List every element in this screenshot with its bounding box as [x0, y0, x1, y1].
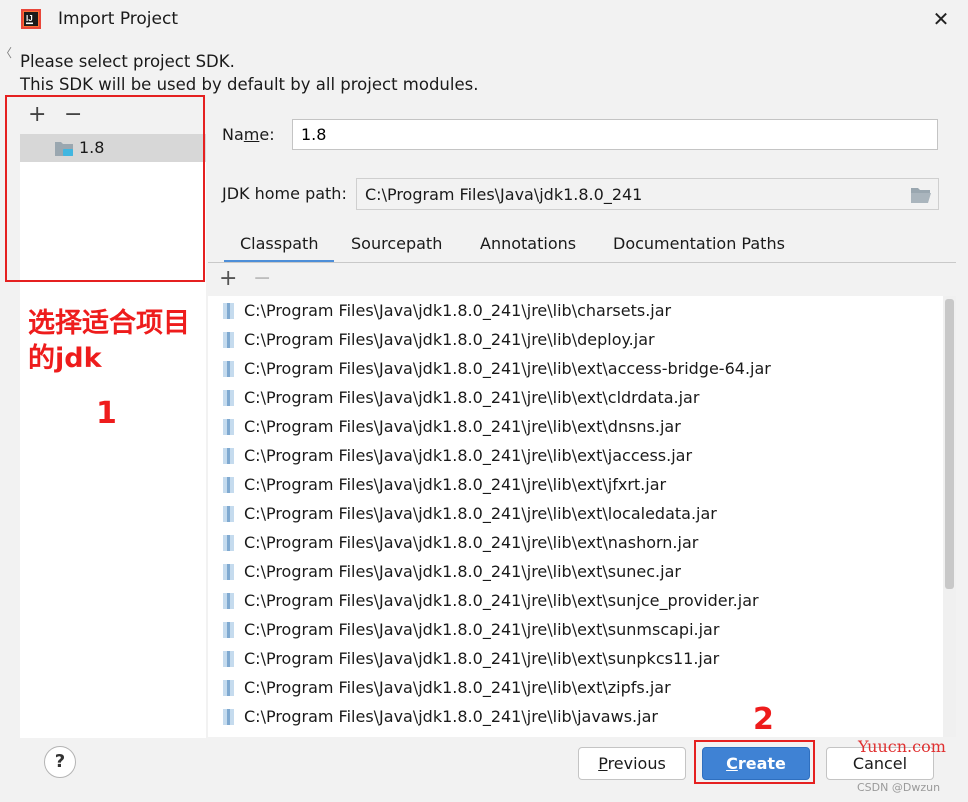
list-item[interactable]: C:\Program Files\Java\jdk1.8.0_241\jre\l…	[208, 442, 944, 471]
scrollbar-thumb[interactable]	[945, 299, 954, 589]
annotation-step1-number: 1	[96, 396, 117, 431]
classpath-entry: C:\Program Files\Java\jdk1.8.0_241\jre\l…	[244, 446, 693, 465]
classpath-entry: C:\Program Files\Java\jdk1.8.0_241\jre\l…	[244, 417, 681, 436]
jdk-home-field: C:\Program Files\Java\jdk1.8.0_241	[356, 178, 939, 210]
list-item[interactable]: C:\Program Files\Java\jdk1.8.0_241\jre\l…	[208, 471, 944, 500]
classpath-entry: C:\Program Files\Java\jdk1.8.0_241\jre\l…	[244, 533, 699, 552]
jar-file-icon	[223, 361, 234, 377]
vertical-scrollbar[interactable]	[943, 296, 956, 737]
classpath-list[interactable]: C:\Program Files\Java\jdk1.8.0_241\jre\l…	[208, 296, 956, 737]
list-item[interactable]: C:\Program Files\Java\jdk1.8.0_241\jre\l…	[208, 558, 944, 587]
list-item[interactable]: C:\Program Files\Java\jdk1.8.0_241\jre\l…	[208, 587, 944, 616]
title-bar: IJ Import Project ✕	[0, 0, 968, 40]
jdk-home-value: C:\Program Files\Java\jdk1.8.0_241	[365, 185, 643, 204]
classpath-entry: C:\Program Files\Java\jdk1.8.0_241\jre\l…	[244, 649, 720, 668]
name-label: Name:	[222, 125, 275, 144]
jar-file-icon	[223, 709, 234, 725]
classpath-entry: C:\Program Files\Java\jdk1.8.0_241\jre\l…	[244, 707, 658, 726]
classpath-entry: C:\Program Files\Java\jdk1.8.0_241\jre\l…	[244, 591, 759, 610]
jdk-home-label: JDK home path:	[222, 184, 347, 203]
list-item[interactable]: C:\Program Files\Java\jdk1.8.0_241\jre\l…	[208, 326, 944, 355]
jar-file-icon	[223, 535, 234, 551]
jar-file-icon	[223, 564, 234, 580]
list-item[interactable]: C:\Program Files\Java\jdk1.8.0_241\jre\l…	[208, 645, 944, 674]
list-item[interactable]: C:\Program Files\Java\jdk1.8.0_241\jre\l…	[208, 384, 944, 413]
tab-classpath[interactable]: Classpath	[240, 234, 318, 253]
classpath-entry: C:\Program Files\Java\jdk1.8.0_241\jre\l…	[244, 620, 720, 639]
folder-open-icon[interactable]	[910, 186, 932, 204]
description-line-2: This SDK will be used by default by all …	[20, 75, 479, 94]
help-button[interactable]: ?	[44, 746, 76, 778]
jar-file-icon	[223, 651, 234, 667]
classpath-entry: C:\Program Files\Java\jdk1.8.0_241\jre\l…	[244, 562, 681, 581]
annotation-highlight-box-1	[5, 95, 205, 282]
remove-classpath-button: −	[253, 266, 272, 291]
annotation-step1-text: 选择适合项目的jdk	[28, 308, 190, 374]
description-line-1: Please select project SDK.	[20, 52, 235, 71]
jar-file-icon	[223, 622, 234, 638]
list-item[interactable]: C:\Program Files\Java\jdk1.8.0_241\jre\l…	[208, 616, 944, 645]
list-item[interactable]: C:\Program Files\Java\jdk1.8.0_241\jre\l…	[208, 529, 944, 558]
jar-file-icon	[223, 593, 234, 609]
annotation-highlight-box-2	[694, 740, 815, 784]
svg-text:IJ: IJ	[26, 14, 33, 23]
watermark-credit: CSDN @Dwzun	[857, 781, 941, 794]
watermark-site: Yuucn.com	[858, 737, 946, 756]
jar-file-icon	[223, 390, 234, 406]
classpath-entry: C:\Program Files\Java\jdk1.8.0_241\jre\l…	[244, 330, 655, 349]
classpath-entry: C:\Program Files\Java\jdk1.8.0_241\jre\l…	[244, 388, 700, 407]
list-item[interactable]: C:\Program Files\Java\jdk1.8.0_241\jre\l…	[208, 674, 944, 703]
classpath-entry: C:\Program Files\Java\jdk1.8.0_241\jre\l…	[244, 301, 672, 320]
tab-documentation-paths[interactable]: Documentation Paths	[613, 234, 785, 253]
jar-file-icon	[223, 448, 234, 464]
tab-annotations[interactable]: Annotations	[480, 234, 576, 253]
window-edge-mark: 〈	[0, 46, 13, 60]
jar-file-icon	[223, 477, 234, 493]
classpath-entry: C:\Program Files\Java\jdk1.8.0_241\jre\l…	[244, 678, 671, 697]
close-icon[interactable]: ✕	[928, 6, 954, 32]
add-classpath-button[interactable]: +	[219, 266, 237, 291]
jar-file-icon	[223, 303, 234, 319]
tab-divider	[208, 262, 956, 263]
jar-file-icon	[223, 506, 234, 522]
jar-file-icon	[223, 419, 234, 435]
window-title: Import Project	[58, 9, 178, 29]
list-item[interactable]: C:\Program Files\Java\jdk1.8.0_241\jre\l…	[208, 703, 944, 732]
previous-button[interactable]: Previous	[578, 747, 686, 780]
classpath-entry: C:\Program Files\Java\jdk1.8.0_241\jre\l…	[244, 504, 717, 523]
classpath-entry: C:\Program Files\Java\jdk1.8.0_241\jre\l…	[244, 475, 667, 494]
list-item[interactable]: C:\Program Files\Java\jdk1.8.0_241\jre\l…	[208, 500, 944, 529]
jar-file-icon	[223, 332, 234, 348]
name-input[interactable]	[292, 119, 938, 150]
classpath-entry: C:\Program Files\Java\jdk1.8.0_241\jre\l…	[244, 359, 771, 378]
list-item[interactable]: C:\Program Files\Java\jdk1.8.0_241\jre\l…	[208, 355, 944, 384]
list-item[interactable]: C:\Program Files\Java\jdk1.8.0_241\jre\l…	[208, 413, 944, 442]
intellij-idea-icon: IJ	[21, 9, 41, 29]
jar-file-icon	[223, 680, 234, 696]
annotation-step2-number: 2	[753, 702, 774, 737]
tab-sourcepath[interactable]: Sourcepath	[351, 234, 442, 253]
list-item[interactable]: C:\Program Files\Java\jdk1.8.0_241\jre\l…	[208, 297, 944, 326]
